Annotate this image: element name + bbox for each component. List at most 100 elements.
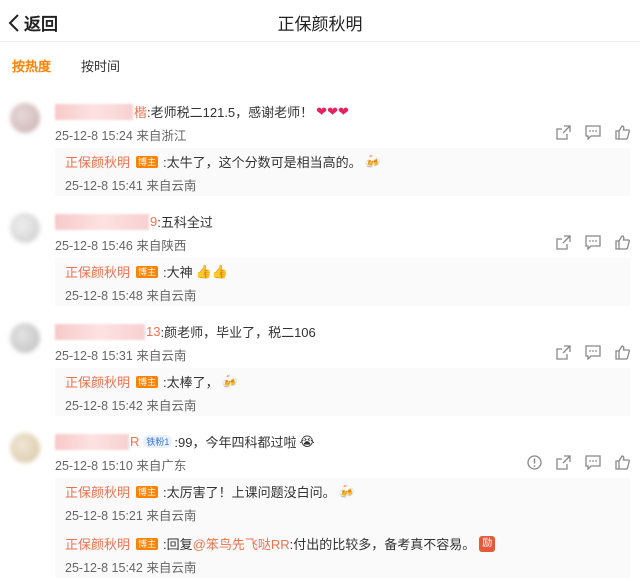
reply-item: 正保颜秋明 博主 :大神 👍👍 25-12-8 15:48 来自云南: [55, 258, 630, 306]
comment-icon[interactable]: [585, 125, 601, 140]
blurred-username[interactable]: [55, 103, 133, 120]
comment-actions: [556, 345, 630, 360]
comment-location: 来自广东: [136, 459, 187, 473]
cheers-emoji: 🍻: [338, 483, 355, 499]
author-badge: 博主: [136, 375, 159, 388]
avatar[interactable]: [10, 433, 40, 463]
share-icon[interactable]: [556, 455, 571, 470]
username-tail[interactable]: 楷: [134, 102, 147, 121]
comment-item: 9 :五科全过 25-12-8 15:46 来自陕西 正保颜秋明 博主 :大神 …: [0, 208, 640, 310]
reply-text-line: 正保颜秋明 博主 :回复 @笨鸟先飞哒RR :付出的比较多，备考真不容易。 励: [65, 534, 496, 553]
mention-link[interactable]: @笨鸟先飞哒RR: [193, 534, 290, 553]
reply-author[interactable]: 正保颜秋明: [65, 262, 130, 281]
reply-time: 25-12-8 15:21: [65, 509, 143, 523]
reply-text: :付出的比较多，备考真不容易。: [289, 537, 476, 552]
reply-meta: 25-12-8 15:48 来自云南: [65, 285, 196, 304]
reply-prefix: :回复: [163, 537, 193, 552]
comment-item: 13 :颜老师，毕业了，税二106 25-12-8 15:31 来自云南 正保颜…: [0, 318, 640, 420]
reply-item: 正保颜秋明 博主 :太棒了， 🍻 25-12-8 15:42 来自云南: [55, 368, 630, 416]
reply-author[interactable]: 正保颜秋明: [65, 534, 130, 553]
top-bar: 返回 正保颜秋明: [0, 0, 640, 42]
author-badge: 博主: [136, 265, 159, 278]
tab-by-hot[interactable]: 按热度: [12, 56, 51, 75]
page-title: 正保颜秋明: [277, 15, 363, 34]
comment-item: R 铁粉1 :99，今年四科都过啦 😭 25-12-8 15:10 来自广东 正…: [0, 428, 640, 581]
username-tail[interactable]: 13: [146, 324, 160, 339]
author-badge: 博主: [136, 485, 159, 498]
comment-location: 来自浙江: [136, 129, 187, 143]
reply-item: 正保颜秋明 博主 :太牛了，这个分数可是相当高的。 🍻 25-12-8 15:4…: [55, 148, 630, 196]
comment-text-line: R 铁粉1 :99，今年四科都过啦 😭: [55, 432, 315, 451]
reply-text-line: 正保颜秋明 博主 :太厉害了！上课问题没白问。 🍻: [65, 482, 355, 501]
reply-author[interactable]: 正保颜秋明: [65, 152, 130, 171]
like-icon[interactable]: [615, 455, 630, 470]
comment-text-line: 13 :颜老师，毕业了，税二106: [55, 322, 316, 341]
comment-meta: 25-12-8 15:46 来自陕西: [55, 235, 186, 254]
reply-time: 25-12-8 15:42: [65, 399, 143, 413]
crying-emoji: 😭: [299, 433, 315, 449]
reply-text-line: 正保颜秋明 博主 :太棒了， 🍻: [65, 372, 238, 391]
comment-item: 楷 :老师税二121.5，感谢老师！ ❤❤❤ 25-12-8 15:24 来自浙…: [0, 98, 640, 200]
comment-location: 来自陕西: [136, 239, 187, 253]
reply-location: 来自云南: [146, 289, 197, 303]
avatar[interactable]: [10, 323, 40, 353]
comment-meta: 25-12-8 15:10 来自广东: [55, 455, 186, 474]
author-badge: 博主: [136, 155, 159, 168]
comment-text: :99，今年四科都过啦: [174, 435, 297, 450]
comment-actions: [527, 455, 630, 470]
reply-text: :太牛了，这个分数可是相当高的。: [163, 155, 362, 170]
comment-text-line: 9 :五科全过: [55, 212, 213, 231]
comment-text-line: 楷 :老师税二121.5，感谢老师！ ❤❤❤: [55, 102, 349, 121]
avatar[interactable]: [10, 103, 40, 133]
comment-time: 25-12-8 15:10: [55, 459, 133, 473]
tab-by-time[interactable]: 按时间: [81, 56, 120, 75]
heart-emoji: ❤❤❤: [316, 103, 349, 119]
reply-location: 来自云南: [146, 509, 197, 523]
reply-meta: 25-12-8 15:42 来自云南: [65, 395, 196, 414]
share-icon[interactable]: [556, 125, 571, 140]
reply-author[interactable]: 正保颜秋明: [65, 372, 130, 391]
reply-location: 来自云南: [146, 399, 197, 413]
comment-text: :颜老师，毕业了，税二106: [160, 325, 316, 340]
reply-list: 正保颜秋明 博主 :太厉害了！上课问题没白问。 🍻 25-12-8 15:21 …: [55, 478, 630, 578]
comment-meta: 25-12-8 15:31 来自云南: [55, 345, 186, 364]
back-label: 返回: [24, 15, 58, 34]
comment-meta: 25-12-8 15:24 来自浙江: [55, 125, 186, 144]
like-icon[interactable]: [615, 125, 630, 140]
comment-location: 来自云南: [136, 349, 187, 363]
sort-tabs: 按热度 按时间: [0, 42, 640, 88]
reply-text: :太棒了，: [163, 375, 219, 390]
share-icon[interactable]: [556, 345, 571, 360]
cheers-emoji: 🍻: [221, 373, 238, 389]
share-icon[interactable]: [556, 235, 571, 250]
reply-time: 25-12-8 15:48: [65, 289, 143, 303]
fan-badge: 铁粉1: [143, 435, 173, 448]
comment-icon[interactable]: [585, 455, 601, 470]
comment-icon[interactable]: [585, 345, 601, 360]
report-icon[interactable]: [527, 455, 542, 470]
reply-time: 25-12-8 15:41: [65, 179, 143, 193]
comment-text: :老师税二121.5，感谢老师！: [147, 105, 314, 120]
username-tail[interactable]: 9: [150, 214, 157, 229]
reply-location: 来自云南: [146, 179, 197, 193]
thumbs-up-emoji: 👍👍: [195, 263, 229, 279]
blurred-username[interactable]: [55, 213, 149, 230]
back-button[interactable]: 返回: [8, 10, 58, 35]
chevron-left-icon: [8, 13, 19, 32]
reply-author[interactable]: 正保颜秋明: [65, 482, 130, 501]
reply-text-line: 正保颜秋明 博主 :大神 👍👍: [65, 262, 228, 281]
blurred-username[interactable]: [55, 323, 145, 340]
avatar[interactable]: [10, 213, 40, 243]
blurred-username[interactable]: [55, 433, 129, 450]
username-tail[interactable]: R: [130, 434, 139, 449]
reply-text-line: 正保颜秋明 博主 :太牛了，这个分数可是相当高的。 🍻: [65, 152, 381, 171]
comment-time: 25-12-8 15:46: [55, 239, 133, 253]
reply-meta: 25-12-8 15:42 来自云南: [65, 557, 196, 576]
cheers-emoji: 🍻: [364, 153, 381, 169]
comment-icon[interactable]: [585, 235, 601, 250]
comment-actions: [556, 235, 630, 250]
like-icon[interactable]: [615, 345, 630, 360]
comment-time: 25-12-8 15:24: [55, 129, 133, 143]
reply-text: :太厉害了！上课问题没白问。: [163, 485, 336, 500]
like-icon[interactable]: [615, 235, 630, 250]
